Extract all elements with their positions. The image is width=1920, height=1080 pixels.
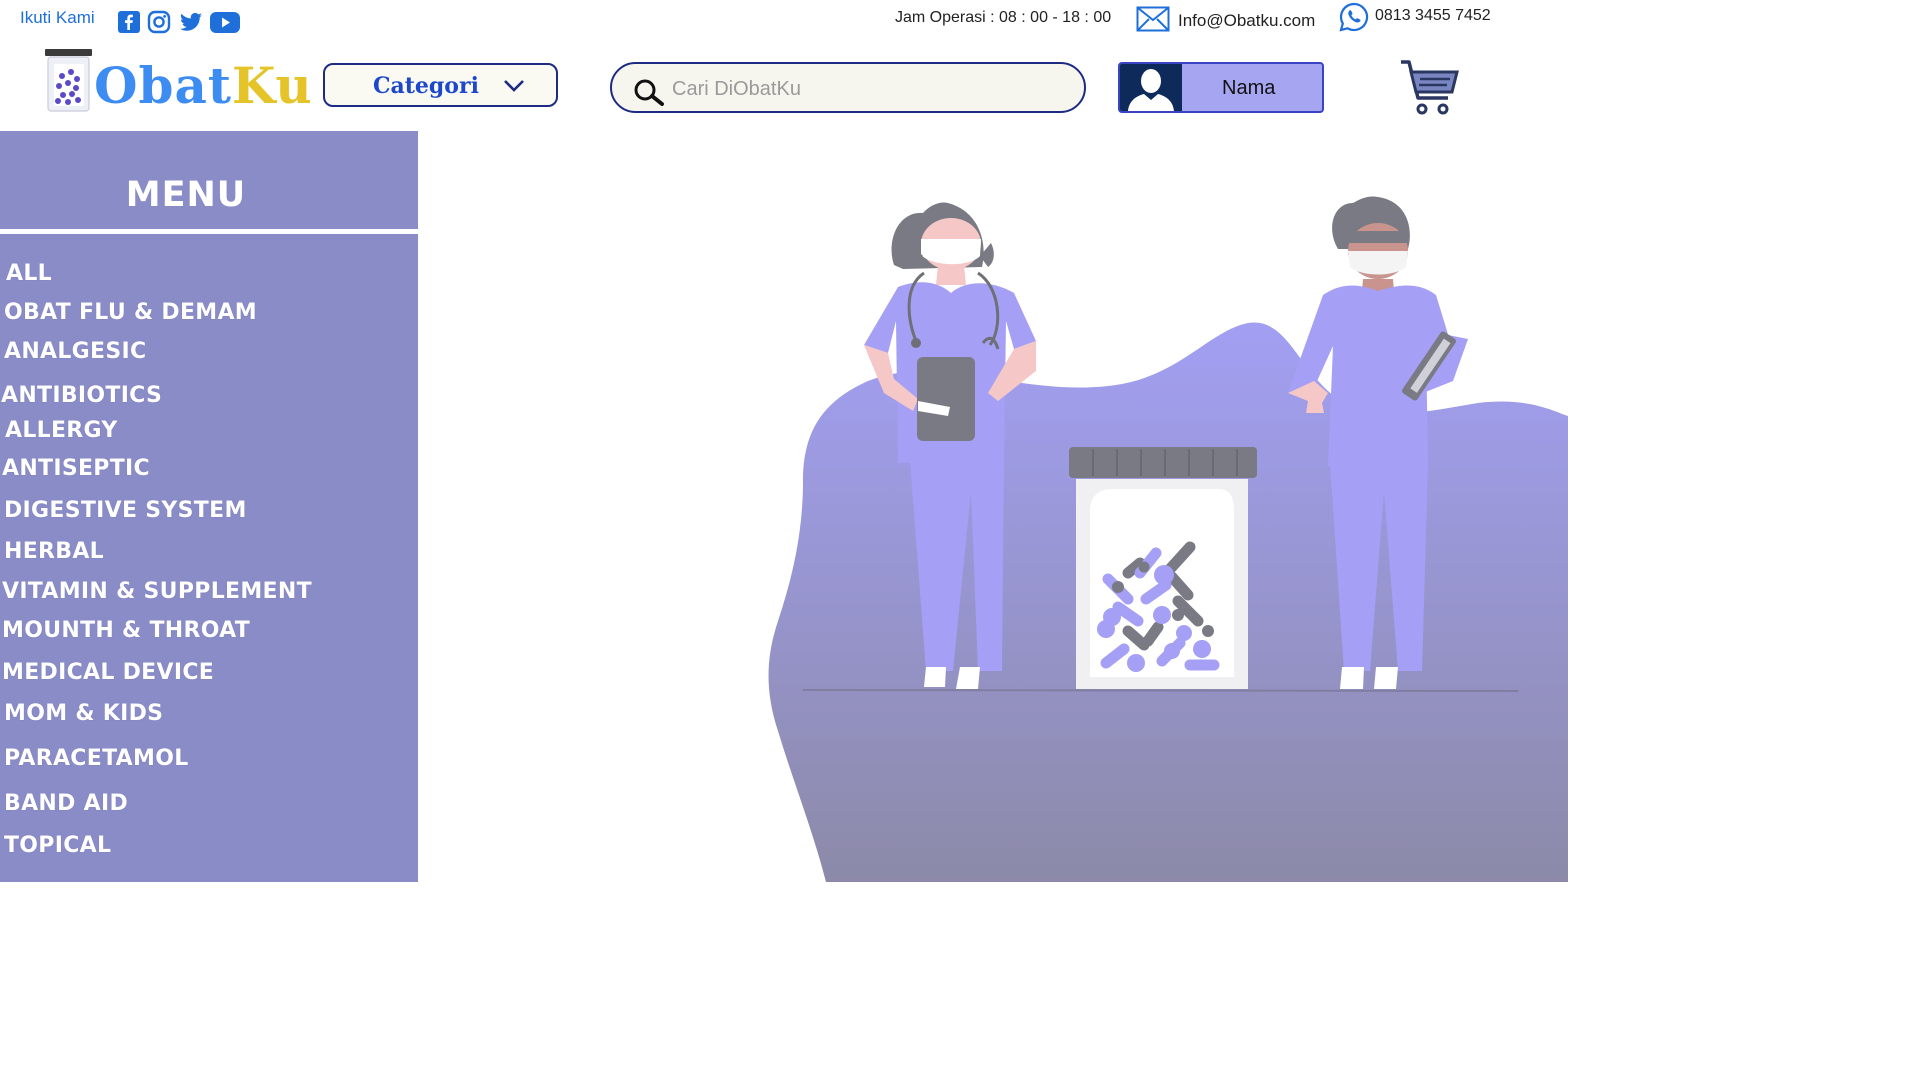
medicine-jar-icon	[45, 49, 92, 112]
category-label: Categori	[373, 73, 479, 99]
sidebar-item-medical-device[interactable]: MEDICAL DEVICE	[2, 660, 214, 685]
mail-icon	[1136, 6, 1170, 32]
sidebar-item-mom-kids[interactable]: MOM & KIDS	[4, 701, 163, 726]
sidebar-item-paracetamol[interactable]: PARACETAMOL	[4, 746, 189, 771]
sidebar-item-antibiotics[interactable]: ANTIBIOTICS	[1, 383, 162, 408]
menu-title: MENU	[125, 175, 247, 215]
sidebar-item-topical[interactable]: TOPICAL	[4, 833, 111, 858]
hero-illustration	[768, 196, 1568, 882]
sidebar-item-band-aid[interactable]: BAND AID	[4, 791, 128, 816]
operating-hours: Jam Operasi : 08 : 00 - 18 : 00	[895, 9, 1112, 26]
menu-divider	[0, 229, 418, 234]
phone-number[interactable]: 0813 3455 7452	[1375, 7, 1491, 25]
sidebar-item-vitamin-supplement[interactable]: VITAMIN & SUPPLEMENT	[2, 579, 312, 604]
sidebar-item-digestive-system[interactable]: DIGESTIVE SYSTEM	[4, 498, 247, 523]
logo-part-obat: Obat	[94, 56, 233, 115]
category-dropdown[interactable]: Categori	[323, 63, 558, 107]
search-input[interactable]	[670, 74, 1064, 104]
user-icon	[1128, 69, 1174, 111]
twitter-icon[interactable]	[179, 10, 203, 34]
shopping-cart-icon[interactable]	[1398, 58, 1460, 116]
follow-us-label: Ikuti Kami	[20, 8, 95, 27]
sidebar-menu: MENU ALL OBAT FLU & DEMAM ANALGESIC ANTI…	[0, 131, 418, 882]
youtube-icon[interactable]	[209, 10, 241, 34]
sidebar-item-mounth-throat[interactable]: MOUNTH & THROAT	[2, 618, 250, 643]
search-bar[interactable]	[610, 62, 1086, 113]
sidebar-item-antiseptic[interactable]: ANTISEPTIC	[2, 456, 150, 481]
pill-jar	[1069, 447, 1257, 689]
sidebar-item-herbal[interactable]: HERBAL	[4, 539, 104, 564]
user-account-button[interactable]: Nama	[1118, 62, 1324, 113]
facebook-icon[interactable]	[117, 10, 141, 34]
chevron-down-icon	[504, 80, 524, 92]
logo-part-ku: Ku	[232, 56, 313, 115]
menu-header: MENU	[0, 131, 418, 229]
user-name: Nama	[1222, 77, 1276, 99]
email-link[interactable]: Info@Obatku.com	[1178, 11, 1315, 31]
sidebar-item-flu-demam[interactable]: OBAT FLU & DEMAM	[4, 300, 257, 325]
sidebar-item-analgesic[interactable]: ANALGESIC	[4, 339, 146, 364]
whatsapp-icon	[1339, 2, 1369, 32]
sidebar-item-all[interactable]: ALL	[6, 261, 52, 286]
avatar	[1120, 64, 1182, 111]
search-icon[interactable]	[632, 78, 666, 106]
ground-line	[802, 689, 1519, 692]
logo-wordmark[interactable]: ObatKu	[94, 58, 313, 114]
instagram-icon[interactable]	[147, 10, 171, 34]
top-bar: Ikuti Kami Jam Operasi : 08 : 00 - 18 : …	[0, 0, 1568, 44]
sidebar-item-allergy[interactable]: ALLERGY	[5, 418, 118, 443]
